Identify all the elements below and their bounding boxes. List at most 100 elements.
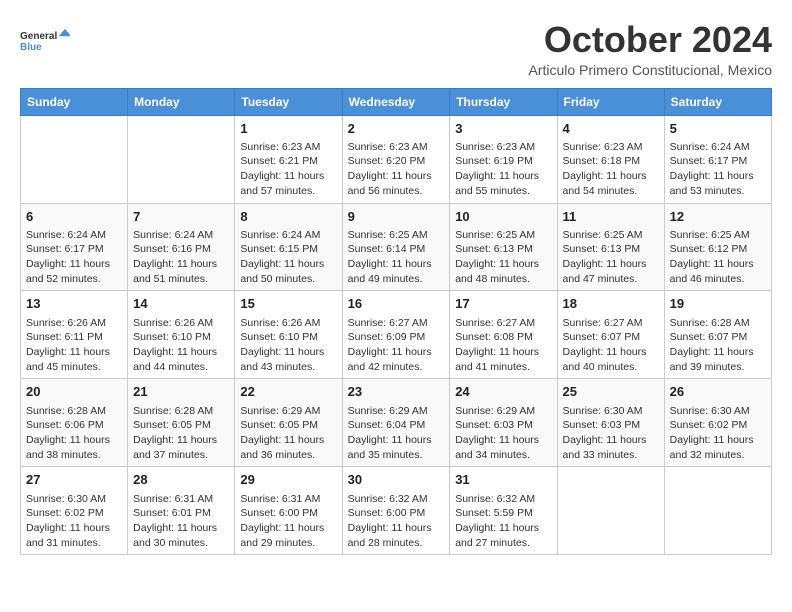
day-info-line: Sunrise: 6:25 AM xyxy=(670,228,766,243)
day-info-line: Sunrise: 6:28 AM xyxy=(133,404,229,419)
day-number: 30 xyxy=(348,471,445,489)
day-info-line: Daylight: 11 hours and 39 minutes. xyxy=(670,345,766,374)
day-info-line: Sunset: 6:04 PM xyxy=(348,418,445,433)
day-info-line: Sunrise: 6:29 AM xyxy=(455,404,551,419)
week-row-4: 20Sunrise: 6:28 AMSunset: 6:06 PMDayligh… xyxy=(21,379,772,467)
day-cell: 12Sunrise: 6:25 AMSunset: 6:12 PMDayligh… xyxy=(664,203,771,291)
day-info-line: Sunset: 6:01 PM xyxy=(133,506,229,521)
day-info-line: Sunset: 5:59 PM xyxy=(455,506,551,521)
day-info-line: Daylight: 11 hours and 48 minutes. xyxy=(455,257,551,286)
day-info-line: Sunrise: 6:32 AM xyxy=(455,492,551,507)
day-info-line: Sunrise: 6:23 AM xyxy=(455,140,551,155)
day-info-line: Sunset: 6:10 PM xyxy=(133,330,229,345)
day-info-line: Sunrise: 6:25 AM xyxy=(455,228,551,243)
day-cell: 3Sunrise: 6:23 AMSunset: 6:19 PMDaylight… xyxy=(450,115,557,203)
day-number: 14 xyxy=(133,295,229,313)
day-info-line: Sunset: 6:02 PM xyxy=(670,418,766,433)
day-info-line: Sunset: 6:05 PM xyxy=(133,418,229,433)
day-info-line: Daylight: 11 hours and 47 minutes. xyxy=(563,257,659,286)
day-cell: 20Sunrise: 6:28 AMSunset: 6:06 PMDayligh… xyxy=(21,379,128,467)
day-number: 31 xyxy=(455,471,551,489)
day-number: 29 xyxy=(240,471,336,489)
day-info-line: Daylight: 11 hours and 37 minutes. xyxy=(133,433,229,462)
day-info-line: Daylight: 11 hours and 57 minutes. xyxy=(240,169,336,198)
day-number: 23 xyxy=(348,383,445,401)
day-info-line: Daylight: 11 hours and 33 minutes. xyxy=(563,433,659,462)
day-cell: 15Sunrise: 6:26 AMSunset: 6:10 PMDayligh… xyxy=(235,291,342,379)
day-info-line: Sunset: 6:17 PM xyxy=(670,154,766,169)
day-info-line: Sunrise: 6:32 AM xyxy=(348,492,445,507)
day-info-line: Sunset: 6:00 PM xyxy=(240,506,336,521)
day-cell: 30 Sunrise: 6:32 AMSunset: 6:00 PMDayligh… xyxy=(342,467,450,555)
day-info-line: Daylight: 11 hours and 40 minutes. xyxy=(563,345,659,374)
day-number: 2 xyxy=(348,120,445,138)
day-cell: 4Sunrise: 6:23 AMSunset: 6:18 PMDaylight… xyxy=(557,115,664,203)
day-cell: 1Sunrise: 6:23 AMSunset: 6:21 PMDaylight… xyxy=(235,115,342,203)
day-cell: 22Sunrise: 6:29 AMSunset: 6:05 PMDayligh… xyxy=(235,379,342,467)
day-number: 26 xyxy=(670,383,766,401)
day-info-line: Sunset: 6:19 PM xyxy=(455,154,551,169)
day-info-line: Daylight: 11 hours and 50 minutes. xyxy=(240,257,336,286)
day-cell: 8Sunrise: 6:24 AMSunset: 6:15 PMDaylight… xyxy=(235,203,342,291)
day-info-line: Daylight: 11 hours and 29 minutes. xyxy=(240,521,336,550)
day-info-line: Sunrise: 6:23 AM xyxy=(348,140,445,155)
day-info-line: Sunrise: 6:24 AM xyxy=(26,228,122,243)
day-number: 28 xyxy=(133,471,229,489)
day-cell: 5Sunrise: 6:24 AMSunset: 6:17 PMDaylight… xyxy=(664,115,771,203)
logo: General Blue xyxy=(20,20,70,60)
day-number: 7 xyxy=(133,208,229,226)
day-info-line: Sunrise: 6:28 AM xyxy=(670,316,766,331)
day-info-line: Sunset: 6:07 PM xyxy=(563,330,659,345)
day-info-line: Daylight: 11 hours and 28 minutes. xyxy=(348,521,445,550)
day-info-line: Sunrise: 6:24 AM xyxy=(670,140,766,155)
day-info-line: Sunset: 6:03 PM xyxy=(455,418,551,433)
day-number: 20 xyxy=(26,383,122,401)
day-info-line: Daylight: 11 hours and 52 minutes. xyxy=(26,257,122,286)
day-info-line: Sunset: 6:03 PM xyxy=(563,418,659,433)
logo-svg: General Blue xyxy=(20,20,70,60)
day-info-line: Sunrise: 6:27 AM xyxy=(455,316,551,331)
calendar-table: SundayMondayTuesdayWednesdayThursdayFrid… xyxy=(20,88,772,556)
day-number: 11 xyxy=(563,208,659,226)
day-cell: 19Sunrise: 6:28 AMSunset: 6:07 PMDayligh… xyxy=(664,291,771,379)
day-cell xyxy=(128,115,235,203)
day-info-line: Sunset: 6:07 PM xyxy=(670,330,766,345)
day-cell: 14Sunrise: 6:26 AMSunset: 6:10 PMDayligh… xyxy=(128,291,235,379)
day-info-line: Sunrise: 6:25 AM xyxy=(563,228,659,243)
day-cell: 26Sunrise: 6:30 AMSunset: 6:02 PMDayligh… xyxy=(664,379,771,467)
day-number: 9 xyxy=(348,208,445,226)
day-info-line: Sunrise: 6:26 AM xyxy=(133,316,229,331)
day-info-line: Sunset: 6:00 PM xyxy=(348,506,445,521)
day-info-line: Sunset: 6:09 PM xyxy=(348,330,445,345)
day-cell: 16Sunrise: 6:27 AMSunset: 6:09 PMDayligh… xyxy=(342,291,450,379)
day-info-line: Sunset: 6:05 PM xyxy=(240,418,336,433)
day-info-line: Daylight: 11 hours and 35 minutes. xyxy=(348,433,445,462)
day-info-line: Sunset: 6:18 PM xyxy=(563,154,659,169)
day-info-line: Daylight: 11 hours and 53 minutes. xyxy=(670,169,766,198)
day-number: 3 xyxy=(455,120,551,138)
day-number: 25 xyxy=(563,383,659,401)
day-info-line: Sunrise: 6:29 AM xyxy=(348,404,445,419)
day-info-line: Sunrise: 6:30 AM xyxy=(26,492,122,507)
month-title: October 2024 xyxy=(528,20,772,60)
day-info-line: Sunset: 6:21 PM xyxy=(240,154,336,169)
day-number: 21 xyxy=(133,383,229,401)
day-info-line: Sunset: 6:02 PM xyxy=(26,506,122,521)
day-info-line: Sunset: 6:13 PM xyxy=(455,242,551,257)
day-number: 6 xyxy=(26,208,122,226)
day-info-line: Sunset: 6:15 PM xyxy=(240,242,336,257)
day-info-line: Sunset: 6:17 PM xyxy=(26,242,122,257)
column-header-wednesday: Wednesday xyxy=(342,88,450,115)
day-info-line: Sunset: 6:10 PM xyxy=(240,330,336,345)
title-block: October 2024 Articulo Primero Constituci… xyxy=(528,20,772,78)
week-row-2: 6Sunrise: 6:24 AMSunset: 6:17 PMDaylight… xyxy=(21,203,772,291)
day-info-line: Sunrise: 6:25 AM xyxy=(348,228,445,243)
column-header-sunday: Sunday xyxy=(21,88,128,115)
column-header-tuesday: Tuesday xyxy=(235,88,342,115)
day-cell: 27Sunrise: 6:30 AMSunset: 6:02 PMDayligh… xyxy=(21,467,128,555)
svg-text:General: General xyxy=(20,31,57,42)
day-cell: 6 Sunrise: 6:24 AMSunset: 6:17 PMDaylight… xyxy=(21,203,128,291)
day-cell xyxy=(557,467,664,555)
day-info-line: Daylight: 11 hours and 49 minutes. xyxy=(348,257,445,286)
day-info-line: Daylight: 11 hours and 51 minutes. xyxy=(133,257,229,286)
